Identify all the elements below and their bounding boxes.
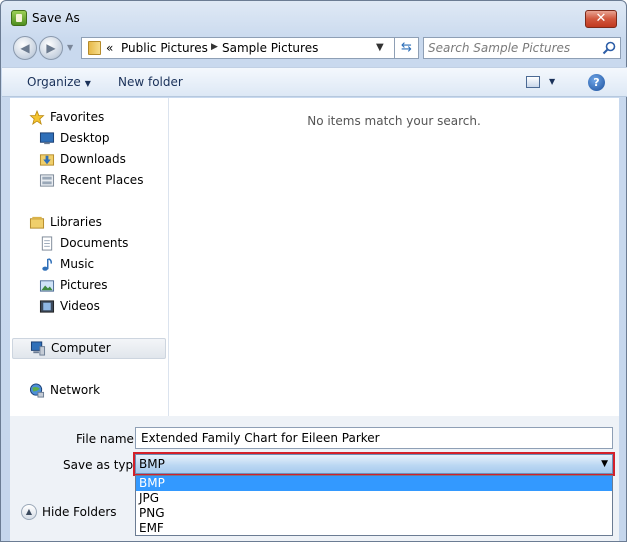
type-option-bmp[interactable]: BMP: [136, 476, 612, 491]
refresh-button[interactable]: ⇆: [395, 37, 419, 59]
breadcrumb-public-pictures[interactable]: Public Pictures: [121, 41, 208, 55]
path-dropdown-icon[interactable]: ▼: [376, 42, 384, 53]
breadcrumb-sample-pictures[interactable]: Sample Pictures: [222, 41, 318, 55]
nav-computer[interactable]: Computer: [12, 338, 166, 359]
address-bar: ◀ ▶ ▼ « Public Pictures ▶ Sample Picture…: [9, 35, 621, 61]
app-icon: [11, 10, 27, 26]
search-input[interactable]: [428, 40, 600, 56]
command-bar: Organize ▼ New folder ▼ ?: [2, 67, 627, 97]
nav-libraries-label: Libraries: [50, 215, 102, 229]
help-icon[interactable]: ?: [588, 74, 605, 91]
type-option-png[interactable]: PNG: [136, 506, 612, 521]
nav-recent-places-label: Recent Places: [60, 173, 144, 187]
empty-message: No items match your search.: [307, 114, 481, 128]
nav-documents-label: Documents: [60, 236, 129, 250]
hide-folders-label: Hide Folders: [42, 505, 117, 519]
music-note-icon: [42, 258, 53, 271]
back-button[interactable]: ◀: [13, 36, 37, 60]
file-name-input[interactable]: [135, 427, 613, 449]
nav-music-label: Music: [60, 257, 95, 271]
close-icon: ✕: [595, 11, 607, 26]
nav-videos-label: Videos: [60, 299, 100, 313]
refresh-icon: ⇆: [401, 40, 412, 55]
file-name-label: File name:: [76, 432, 138, 446]
chevron-up-icon: ▲: [21, 504, 37, 520]
documents-icon: [41, 236, 53, 251]
desktop-icon: [39, 132, 55, 145]
path-overflow[interactable]: «: [106, 41, 113, 55]
forward-arrow-icon: ▶: [46, 41, 56, 55]
videos-icon: [39, 300, 55, 313]
nav-network-label: Network: [50, 383, 101, 397]
organize-label: Organize: [27, 75, 81, 89]
chevron-down-icon: ▼: [84, 79, 91, 88]
save-type-dropdown-list: BMP JPG PNG EMF: [135, 475, 613, 536]
save-type-select[interactable]: BMP ▼: [135, 454, 613, 474]
type-option-emf[interactable]: EMF: [136, 521, 612, 536]
network-globe-icon: [29, 383, 45, 398]
save-type-value: BMP: [139, 457, 165, 471]
libraries-icon: [29, 216, 45, 229]
path-box[interactable]: « Public Pictures ▶ Sample Pictures ▼: [81, 37, 395, 59]
forward-button[interactable]: ▶: [39, 36, 63, 60]
downloads-folder-icon: [39, 154, 55, 166]
organize-button[interactable]: Organize ▼: [27, 75, 91, 89]
chevron-down-icon[interactable]: ▼: [601, 459, 608, 469]
file-list-pane[interactable]: No items match your search.: [169, 98, 619, 416]
back-arrow-icon: ◀: [20, 41, 30, 55]
close-button[interactable]: ✕: [585, 10, 617, 28]
search-icon[interactable]: [602, 41, 616, 55]
nav-pictures-label: Pictures: [60, 278, 108, 292]
view-options-icon[interactable]: [526, 76, 540, 88]
breadcrumb-arrow-icon[interactable]: ▶: [211, 42, 218, 52]
search-box: [423, 37, 621, 59]
save-as-dialog: Save As ✕ ◀ ▶ ▼ « Public Pictures ▶ Samp…: [0, 0, 627, 542]
recent-locations-dropdown[interactable]: ▼: [67, 43, 73, 52]
new-folder-button[interactable]: New folder: [118, 75, 183, 89]
pictures-icon: [39, 280, 55, 292]
nav-downloads-label: Downloads: [60, 152, 126, 166]
title-bar: Save As ✕: [1, 1, 626, 35]
view-options-dropdown[interactable]: ▼: [549, 77, 555, 86]
save-type-label: Save as type:: [63, 458, 145, 472]
type-option-jpg[interactable]: JPG: [136, 491, 612, 506]
window-title: Save As: [32, 11, 80, 25]
nav-favorites-label: Favorites: [50, 110, 105, 124]
folder-icon: [88, 41, 101, 55]
nav-desktop-label: Desktop: [60, 131, 110, 145]
star-icon: [29, 110, 45, 125]
navigation-pane: Favorites Desktop Downloads Recent Place…: [10, 98, 169, 416]
recent-places-icon: [39, 174, 55, 187]
nav-computer-label: Computer: [51, 341, 111, 355]
computer-icon: [30, 341, 46, 356]
